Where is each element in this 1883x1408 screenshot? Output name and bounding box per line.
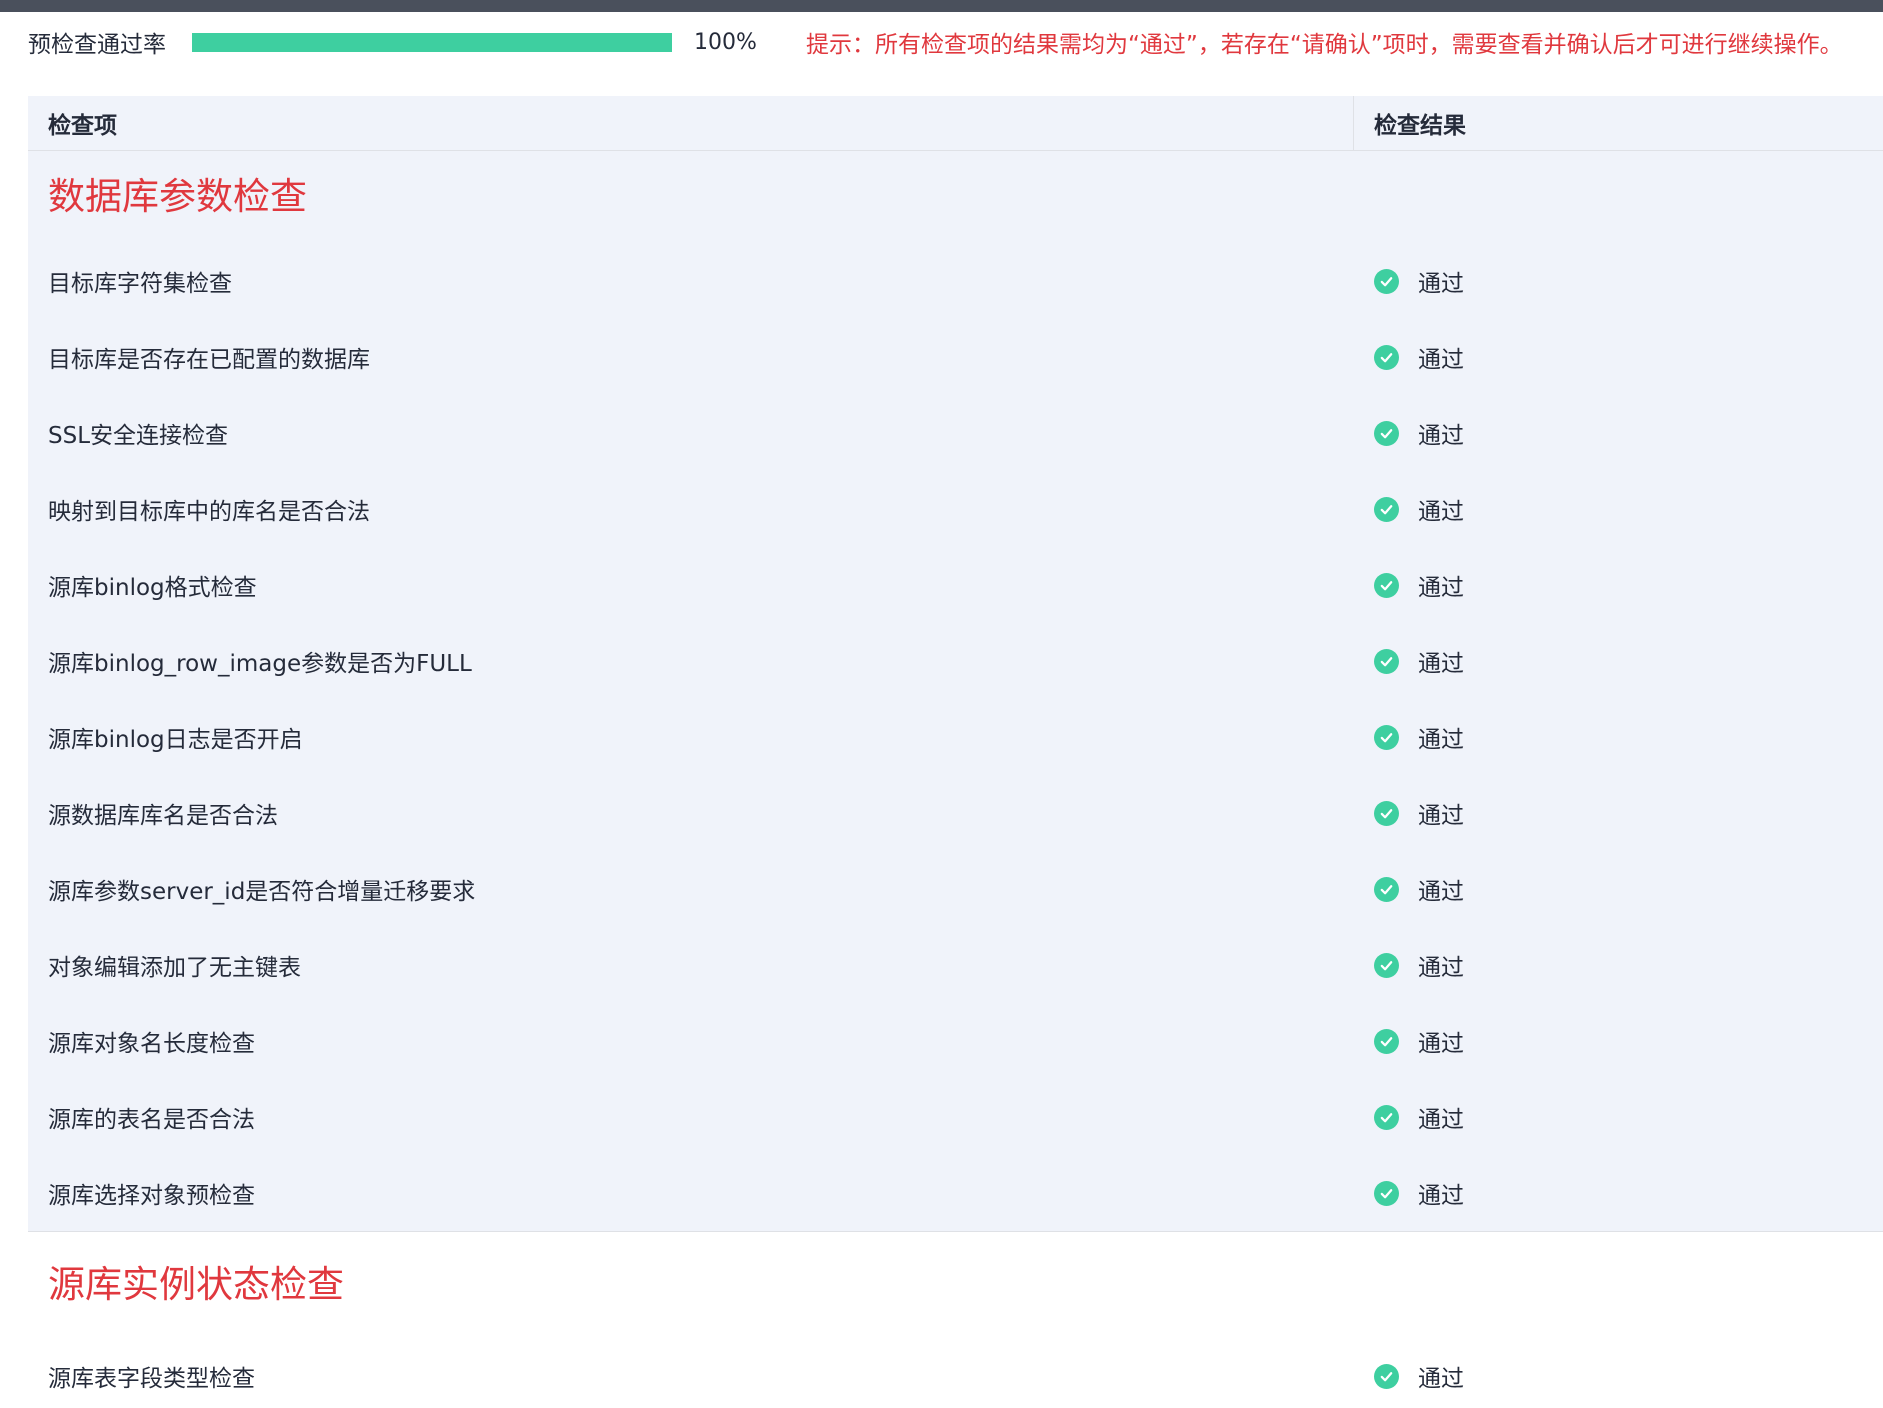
check-circle-icon [1374, 724, 1399, 750]
hint-text: 提示：所有检查项的结果需均为“通过”，若存在“请确认”项时，需要查看并确认后才可… [806, 32, 1843, 58]
table-row: 映射到目标库中的库名是否合法 通过 [28, 471, 1883, 547]
table-row: 源库binlog格式检查 通过 [28, 547, 1883, 623]
section-source-instance-status: 源库实例状态检查 源库表字段类型检查 通过 [28, 1232, 1883, 1408]
check-item-name: 源库选择对象预检查 [48, 1183, 255, 1209]
check-circle-icon [1374, 876, 1399, 902]
result-label: 通过 [1418, 1183, 1464, 1209]
column-header-result: 检查结果 [1374, 113, 1466, 139]
column-divider [1353, 96, 1354, 151]
result-label: 通过 [1418, 879, 1464, 905]
result-label: 通过 [1418, 423, 1464, 449]
check-item-name: 对象编辑添加了无主键表 [48, 955, 301, 981]
check-result: 通过 [1374, 644, 1464, 678]
table-row: 源库表字段类型检查 通过 [28, 1338, 1883, 1408]
section-database-params: 数据库参数检查 目标库字符集检查 通过 目标库是否存在已配置的数据库 通过 SSL安全连… [28, 151, 1883, 1232]
check-circle-icon [1374, 1028, 1399, 1054]
result-label: 通过 [1418, 575, 1464, 601]
table-row: 源库对象名长度检查 通过 [28, 1003, 1883, 1079]
result-label: 通过 [1418, 499, 1464, 525]
check-result: 通过 [1374, 1176, 1464, 1210]
table-row: 源库binlog日志是否开启 通过 [28, 699, 1883, 775]
check-item-name: 映射到目标库中的库名是否合法 [48, 499, 370, 525]
check-result: 通过 [1374, 872, 1464, 906]
table-row: 源库参数server_id是否符合增量迁移要求 通过 [28, 851, 1883, 927]
check-circle-icon [1374, 1180, 1399, 1206]
check-circle-icon [1374, 1363, 1399, 1389]
check-item-name: 目标库是否存在已配置的数据库 [48, 347, 370, 373]
progress-bar [192, 32, 672, 52]
result-label: 通过 [1418, 803, 1464, 829]
table-row: 源库选择对象预检查 通过 [28, 1155, 1883, 1231]
check-result: 通过 [1374, 492, 1464, 526]
check-circle-icon [1374, 420, 1399, 446]
check-result: 通过 [1374, 948, 1464, 982]
check-result: 通过 [1374, 1359, 1464, 1393]
precheck-progress: 预检查通过率 100% 提示：所有检查项的结果需均为“通过”，若存在“请确认”项… [28, 26, 1883, 59]
check-item-name: 源库表字段类型检查 [48, 1366, 255, 1392]
top-bar [0, 0, 1883, 12]
check-item-name: 源数据库库名是否合法 [48, 803, 278, 829]
check-result: 通过 [1374, 264, 1464, 298]
progress-bar-fill [192, 32, 672, 52]
table-row: 目标库是否存在已配置的数据库 通过 [28, 319, 1883, 395]
check-item-name: 源库binlog格式检查 [48, 575, 257, 601]
result-label: 通过 [1418, 271, 1464, 297]
table-row: 目标库字符集检查 通过 [28, 243, 1883, 319]
table-row: 源库binlog_row_image参数是否为FULL 通过 [28, 623, 1883, 699]
check-result: 通过 [1374, 796, 1464, 830]
check-result: 通过 [1374, 340, 1464, 374]
check-item-name: 源库的表名是否合法 [48, 1107, 255, 1133]
result-label: 通过 [1418, 1031, 1464, 1057]
check-result: 通过 [1374, 568, 1464, 602]
table-header: 检查项 检查结果 [28, 96, 1883, 151]
check-circle-icon [1374, 496, 1399, 522]
table-row: SSL安全连接检查 通过 [28, 395, 1883, 471]
check-circle-icon [1374, 344, 1399, 370]
table-row: 对象编辑添加了无主键表 通过 [28, 927, 1883, 1003]
progress-label: 预检查通过率 [28, 32, 166, 58]
column-header-item: 检查项 [48, 113, 117, 139]
check-circle-icon [1374, 800, 1399, 826]
check-result: 通过 [1374, 1100, 1464, 1134]
check-circle-icon [1374, 572, 1399, 598]
section-title: 数据库参数检查 [48, 175, 307, 218]
check-result: 通过 [1374, 1024, 1464, 1058]
result-label: 通过 [1418, 651, 1464, 677]
check-result: 通过 [1374, 720, 1464, 754]
result-label: 通过 [1418, 955, 1464, 981]
result-label: 通过 [1418, 1107, 1464, 1133]
check-circle-icon [1374, 952, 1399, 978]
check-item-name: 源库binlog_row_image参数是否为FULL [48, 651, 472, 677]
precheck-table: 检查项 检查结果 数据库参数检查 目标库字符集检查 通过 目标库是否存在已配置的数据… [28, 96, 1883, 1408]
check-item-name: 源库binlog日志是否开启 [48, 727, 303, 753]
progress-value: 100% [694, 29, 757, 55]
table-row: 源数据库库名是否合法 通过 [28, 775, 1883, 851]
result-label: 通过 [1418, 727, 1464, 753]
check-circle-icon [1374, 648, 1399, 674]
check-item-name: 源库对象名长度检查 [48, 1031, 255, 1057]
check-circle-icon [1374, 1104, 1399, 1130]
check-result: 通过 [1374, 416, 1464, 450]
check-circle-icon [1374, 268, 1399, 294]
result-label: 通过 [1418, 1366, 1464, 1392]
result-label: 通过 [1418, 347, 1464, 373]
section-title: 源库实例状态检查 [48, 1263, 344, 1306]
check-item-name: 源库参数server_id是否符合增量迁移要求 [48, 879, 476, 905]
check-item-name: 目标库字符集检查 [48, 271, 232, 297]
check-item-name: SSL安全连接检查 [48, 423, 229, 449]
table-row: 源库的表名是否合法 通过 [28, 1079, 1883, 1155]
